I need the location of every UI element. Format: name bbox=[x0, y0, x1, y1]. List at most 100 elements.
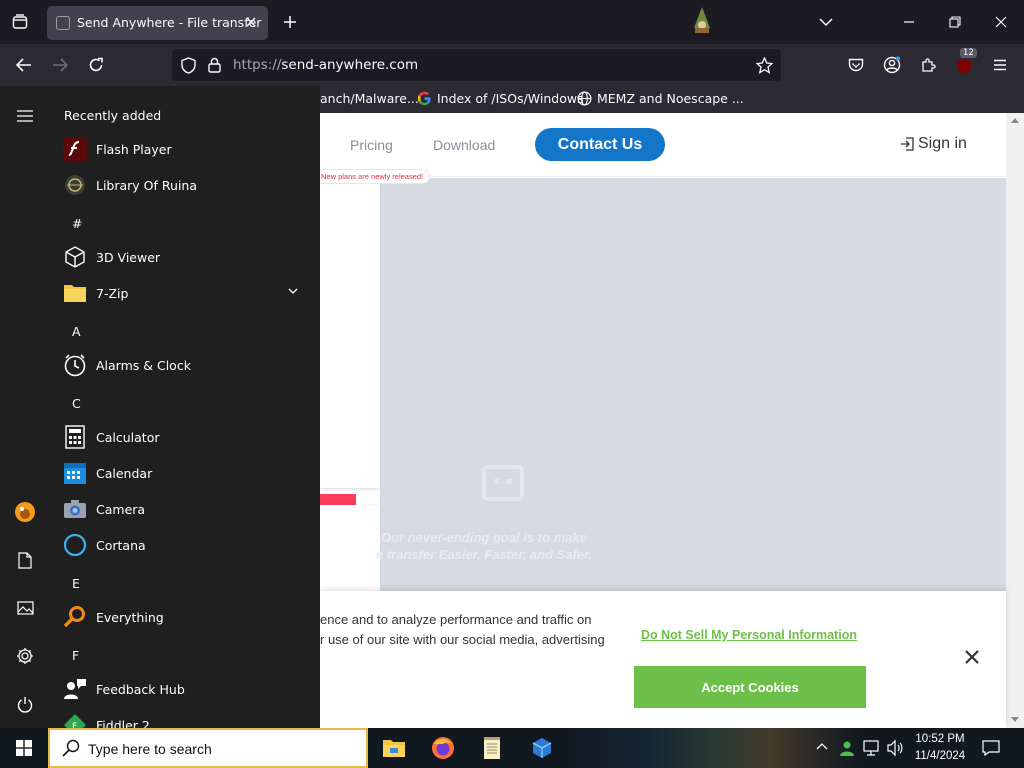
list-all-tabs-icon[interactable] bbox=[812, 8, 840, 36]
folder-icon bbox=[62, 280, 88, 306]
letter-header[interactable]: A bbox=[72, 324, 81, 339]
contact-us-button[interactable]: Contact Us bbox=[535, 128, 665, 161]
tab-close-icon[interactable] bbox=[242, 13, 260, 31]
bookmark-item[interactable]: MEMZ and Noescape ... bbox=[577, 91, 744, 106]
forward-arrow-icon[interactable] bbox=[46, 51, 74, 79]
account-icon[interactable] bbox=[878, 51, 906, 79]
google-icon bbox=[417, 91, 432, 106]
nav-download-link[interactable]: Download bbox=[433, 137, 495, 153]
search-placeholder: Type here to search bbox=[88, 741, 212, 757]
app-flash-player[interactable]: Flash Player bbox=[62, 131, 312, 167]
browser-tab-bar: Send Anywhere - File transfer bbox=[0, 0, 1024, 44]
taskbar-search-box[interactable]: Type here to search bbox=[48, 728, 368, 768]
extensions-puzzle-icon[interactable] bbox=[914, 51, 942, 79]
taskbar-file-explorer[interactable] bbox=[378, 732, 410, 764]
letter-header[interactable]: E bbox=[72, 576, 80, 591]
feedback-hub-icon bbox=[62, 676, 88, 702]
clock-date: 11/4/2024 bbox=[914, 750, 966, 762]
clock-time: 10:52 PM bbox=[915, 733, 965, 745]
url-bar[interactable]: https://send-anywhere.com bbox=[172, 49, 781, 81]
volume-icon[interactable] bbox=[886, 739, 904, 757]
bookmark-item[interactable]: Index of /ISOs/Windows bbox=[417, 91, 584, 106]
letter-header[interactable]: C bbox=[72, 396, 81, 411]
app-3d-viewer[interactable]: 3D Viewer bbox=[62, 239, 312, 275]
restore-icon[interactable] bbox=[941, 8, 969, 36]
page-scrollbar[interactable] bbox=[1006, 113, 1024, 728]
new-plans-badge: New plans are newly released! bbox=[320, 169, 431, 184]
shield-icon[interactable] bbox=[174, 51, 202, 79]
app-feedback-hub[interactable]: Feedback Hub bbox=[62, 671, 312, 707]
app-7-zip[interactable]: 7-Zip bbox=[62, 275, 312, 311]
nav-pricing-link[interactable]: Pricing bbox=[350, 137, 393, 153]
accept-cookies-button[interactable]: Accept Cookies bbox=[634, 666, 866, 708]
network-icon[interactable] bbox=[862, 739, 880, 757]
cube-app-icon bbox=[530, 736, 554, 760]
start-button[interactable] bbox=[0, 728, 48, 768]
do-not-sell-link[interactable]: Do Not Sell My Personal Information bbox=[641, 628, 857, 642]
hero-tagline: Our never-ending goal is to make e trans… bbox=[376, 530, 593, 562]
taskbar-app-cube[interactable] bbox=[526, 732, 558, 764]
lock-icon[interactable] bbox=[200, 51, 228, 79]
taskbar-clock[interactable]: 10:52 PM 11/4/2024 bbox=[906, 731, 974, 765]
expand-menu-icon[interactable] bbox=[13, 104, 37, 128]
notification-center-icon[interactable] bbox=[982, 739, 1000, 757]
globe-icon bbox=[577, 91, 592, 106]
user-sync-icon[interactable] bbox=[838, 739, 856, 757]
hero-banner: Our never-ending goal is to make e trans… bbox=[376, 178, 1006, 596]
tab-overview-icon[interactable] bbox=[6, 8, 34, 36]
reload-icon[interactable] bbox=[82, 51, 110, 79]
flash-player-icon bbox=[62, 136, 88, 162]
receive-card bbox=[320, 505, 380, 605]
user-avatar[interactable] bbox=[13, 500, 37, 524]
file-explorer-icon bbox=[382, 738, 406, 758]
letter-header[interactable]: # bbox=[72, 216, 82, 231]
app-calculator[interactable]: Calculator bbox=[62, 419, 312, 455]
windows-logo-icon bbox=[16, 740, 32, 756]
app-calendar[interactable]: Calendar bbox=[62, 455, 312, 491]
settings-gear-icon[interactable] bbox=[13, 644, 37, 668]
minimize-icon[interactable] bbox=[895, 8, 923, 36]
hamburger-menu-icon[interactable] bbox=[986, 51, 1014, 79]
window-close-icon[interactable] bbox=[987, 8, 1015, 36]
bookmark-item[interactable]: anch/Malware... bbox=[320, 91, 419, 106]
bookmark-star-icon[interactable] bbox=[750, 51, 778, 79]
ublock-icon[interactable]: 12 bbox=[950, 48, 978, 79]
app-everything[interactable]: Everything bbox=[62, 599, 312, 635]
power-icon[interactable] bbox=[13, 692, 37, 716]
chevron-down-icon[interactable] bbox=[288, 288, 298, 295]
pocket-icon[interactable] bbox=[842, 51, 870, 79]
upload-card bbox=[320, 178, 380, 533]
cookie-banner: ence and to analyze performance and traf… bbox=[320, 591, 1006, 728]
notepad-icon bbox=[481, 736, 503, 760]
send-anywhere-logo-icon bbox=[478, 457, 528, 511]
app-camera[interactable]: Camera bbox=[62, 491, 312, 527]
scroll-down-icon[interactable] bbox=[1011, 717, 1019, 723]
3d-viewer-icon bbox=[62, 244, 88, 270]
cortana-icon bbox=[62, 532, 88, 558]
scroll-up-icon[interactable] bbox=[1011, 117, 1019, 123]
documents-icon[interactable] bbox=[13, 548, 37, 572]
start-rail bbox=[0, 86, 50, 728]
cookie-close-icon[interactable] bbox=[965, 650, 985, 670]
pictures-icon[interactable] bbox=[13, 596, 37, 620]
app-alarms-clock[interactable]: Alarms & Clock bbox=[62, 347, 312, 383]
app-cortana[interactable]: Cortana bbox=[62, 527, 312, 563]
new-tab-icon[interactable] bbox=[276, 8, 304, 36]
show-hidden-icons-icon[interactable] bbox=[816, 742, 828, 750]
recently-added-header: Recently added bbox=[64, 108, 162, 123]
extension-gnome-icon[interactable] bbox=[688, 6, 716, 34]
cookie-text: ence and to analyze performance and traf… bbox=[320, 612, 605, 647]
letter-header[interactable]: F bbox=[72, 648, 79, 663]
taskbar-notepad[interactable] bbox=[476, 732, 508, 764]
sign-in-icon bbox=[900, 136, 914, 152]
browser-tab[interactable]: Send Anywhere - File transfer bbox=[47, 6, 268, 40]
notification-badge: 12 bbox=[960, 48, 977, 58]
taskbar: Type here to search 10:52 PM 11/4/2024 bbox=[0, 728, 1024, 768]
sign-in-link[interactable]: Sign in bbox=[900, 135, 967, 153]
app-library-of-ruina[interactable]: Library Of Ruina bbox=[62, 167, 312, 203]
camera-icon bbox=[62, 496, 88, 522]
library-of-ruina-icon bbox=[62, 172, 88, 198]
calculator-icon bbox=[62, 424, 88, 450]
taskbar-firefox[interactable] bbox=[427, 732, 459, 764]
back-arrow-icon[interactable] bbox=[10, 51, 38, 79]
